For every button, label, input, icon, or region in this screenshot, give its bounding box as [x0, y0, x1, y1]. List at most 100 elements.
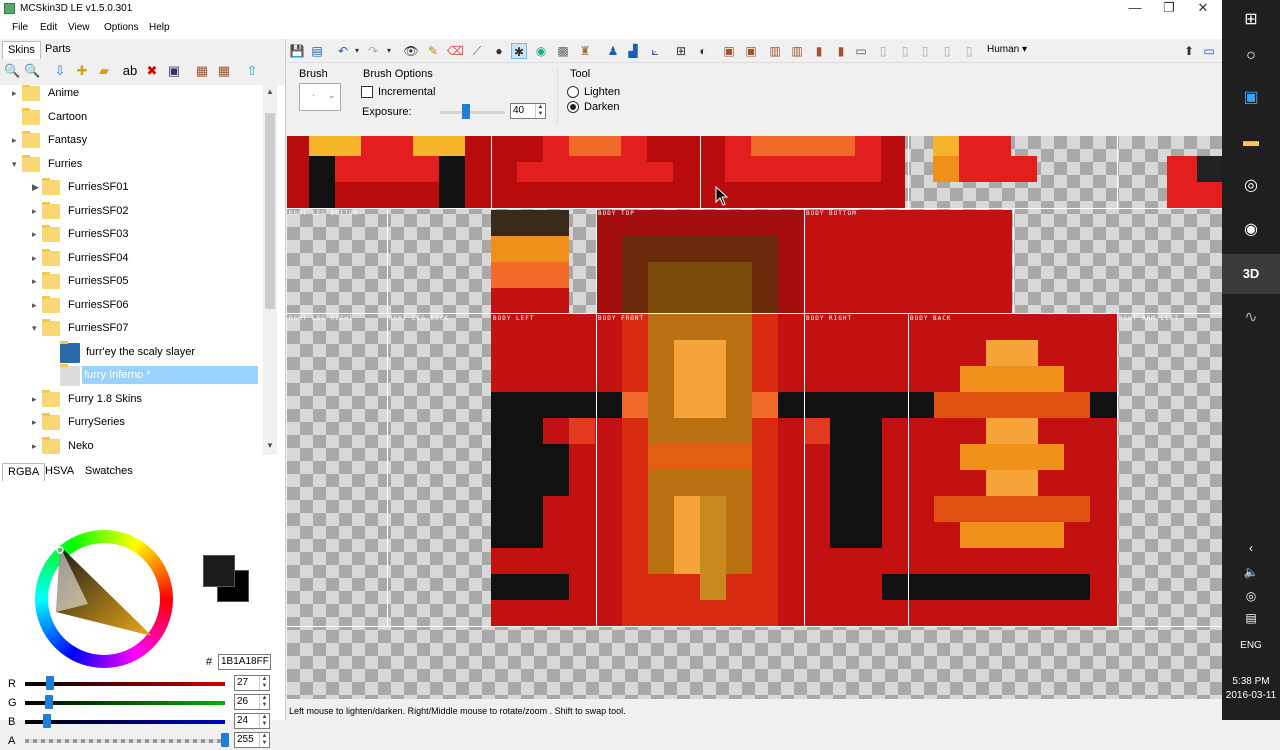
brush-selector[interactable]: · ⌄ — [299, 83, 341, 111]
clock-date[interactable]: 2016-03-11 — [1222, 690, 1280, 701]
channel-slider[interactable] — [25, 720, 225, 724]
import-icon[interactable]: ⇩ — [52, 63, 68, 79]
expand-arrow-icon[interactable]: ▸ — [32, 253, 37, 264]
tab-swatches[interactable]: Swatches — [80, 463, 138, 481]
app-icon[interactable]: ∿ — [1222, 298, 1280, 338]
spin-arrows-icon[interactable]: ▲ ▼ — [259, 714, 269, 728]
zoom-in-icon[interactable]: 🔍 — [24, 63, 40, 79]
ground-icon[interactable]: ▟ — [625, 43, 641, 59]
incremental-checkbox[interactable] — [361, 86, 373, 98]
menu-edit[interactable]: Edit — [40, 22, 57, 33]
tree-skin[interactable]: furr'ey the scaly slayer — [0, 340, 262, 364]
expand-arrow-icon[interactable]: ▸ — [32, 300, 37, 311]
expand-arrow-icon[interactable]: ▾ — [32, 323, 37, 334]
expand-arrow-icon[interactable]: ▸ — [32, 229, 37, 240]
expand-arrow-icon[interactable]: ▸ — [32, 206, 37, 217]
save-all-icon[interactable]: ▤ — [309, 43, 325, 59]
lighten-radio[interactable] — [567, 86, 579, 98]
expand-arrow-icon[interactable]: ▸ — [32, 276, 37, 287]
rename-icon[interactable]: ab — [122, 63, 138, 79]
tree-folder[interactable]: ▸ FurriesSF06 — [0, 295, 262, 317]
person-icon[interactable]: ♟ — [605, 43, 621, 59]
exposure-slider[interactable] — [440, 111, 505, 114]
mcskin3d-taskbar-icon[interactable]: 3D — [1222, 254, 1280, 294]
rightsleeve-icon[interactable]: ▯ — [939, 43, 955, 59]
dropper-icon[interactable]: ⟋ — [469, 43, 485, 59]
media-player-icon[interactable]: ◉ — [1222, 210, 1280, 250]
channel-thumb[interactable] — [44, 695, 53, 709]
channel-input[interactable]: 27 ▲ ▼ — [234, 675, 270, 691]
tree-folder[interactable]: ▸ FurriesSF05 — [0, 271, 262, 293]
spin-arrows-icon[interactable]: ▲ ▼ — [535, 104, 545, 118]
new-skin-icon[interactable]: ✚ — [74, 63, 90, 79]
channel-input[interactable]: 255 ▲ ▼ — [234, 732, 270, 748]
channel-input[interactable]: 26 ▲ ▼ — [234, 694, 270, 710]
jacket-icon[interactable]: ▥ — [789, 43, 805, 59]
helmet-icon[interactable]: ▣ — [743, 43, 759, 59]
tree-folder[interactable]: Cartoon — [0, 107, 262, 129]
expand-arrow-icon[interactable]: ▶ — [32, 182, 39, 193]
tree-folder[interactable]: ▸ Neko — [0, 436, 262, 456]
tree-folder[interactable]: ▸ FurriesSF03 — [0, 224, 262, 246]
expand-arrow-icon[interactable]: ▸ — [32, 417, 37, 428]
grid-alt-icon[interactable]: ▦ — [216, 63, 232, 79]
tree-folder[interactable]: ▶ FurriesSF01 — [0, 177, 262, 199]
tab-parts[interactable]: Parts — [40, 41, 76, 59]
grid-icon[interactable]: ▦ — [194, 63, 210, 79]
view-2d-icon[interactable]: ▭ — [853, 43, 869, 59]
primary-color-swatch[interactable] — [203, 555, 235, 587]
darken-radio[interactable] — [567, 101, 579, 113]
minimize-button[interactable]: — — [1118, 0, 1152, 17]
tree-folder[interactable]: ▸ FurrySeries — [0, 412, 262, 434]
expand-arrow-icon[interactable]: ▸ — [32, 441, 37, 452]
scroll-thumb[interactable] — [265, 113, 275, 309]
zoom-out-icon[interactable]: 🔍 — [4, 63, 20, 79]
tab-skins[interactable]: Skins — [2, 41, 41, 59]
maximize-button[interactable]: ❐ — [1152, 0, 1186, 17]
spin-arrows-icon[interactable]: ▲ ▼ — [259, 733, 269, 747]
tree-folder[interactable]: ▸ FurriesSF04 — [0, 248, 262, 270]
expand-arrow-icon[interactable]: ▾ — [12, 159, 17, 170]
channel-slider[interactable] — [25, 701, 225, 705]
tree-folder[interactable]: ▸ Anime — [0, 85, 262, 105]
rightarm-icon[interactable]: ▮ — [833, 43, 849, 59]
channel-slider[interactable] — [25, 682, 225, 686]
screen-icon[interactable]: ▭ — [1201, 43, 1217, 59]
skin-canvas[interactable]: RGHT LEG BOTTOM BODY TOP BODY BOTTOM RGH… — [287, 136, 1222, 699]
tab-rgba[interactable]: RGBA — [2, 463, 46, 481]
windows-start-icon[interactable]: ⊞ — [1222, 0, 1280, 40]
chest-icon[interactable]: ▥ — [767, 43, 783, 59]
up-arrow-icon[interactable]: ⬆ — [1181, 43, 1197, 59]
tree-skin[interactable]: furry Inferno * — [0, 364, 262, 387]
new-folder-icon[interactable]: ▰ — [96, 63, 112, 79]
expand-arrow-icon[interactable]: ▸ — [12, 88, 17, 99]
head-icon[interactable]: ▣ — [721, 43, 737, 59]
task-view-icon[interactable]: ▣ — [1222, 78, 1280, 118]
redo-icon[interactable]: ↷ — [365, 43, 381, 59]
redo-dropdown-icon[interactable]: ▾ — [381, 43, 397, 59]
leftsleeve-icon[interactable]: ▯ — [917, 43, 933, 59]
tab-hsva[interactable]: HSVA — [40, 463, 79, 481]
expand-arrow-icon[interactable]: ▸ — [32, 394, 37, 405]
rightleg-icon[interactable]: ▯ — [897, 43, 913, 59]
spin-arrows-icon[interactable]: ▲ ▼ — [259, 695, 269, 709]
noise-icon[interactable]: ▩ — [555, 43, 571, 59]
upload-icon[interactable]: ⇧ — [244, 63, 260, 79]
exposure-input[interactable]: 40 ▲ ▼ — [510, 103, 546, 119]
channel-thumb[interactable] — [45, 676, 54, 690]
scroll-up-icon[interactable]: ▲ — [263, 85, 277, 99]
eraser-icon[interactable]: ⌫ — [447, 43, 464, 59]
tree-folder[interactable]: ▸ Furry 1.8 Skins — [0, 389, 262, 411]
bucket-icon[interactable]: ◉ — [533, 43, 549, 59]
cortana-icon[interactable]: ○ — [1222, 36, 1280, 76]
channel-thumb[interactable] — [221, 733, 229, 747]
exposure-thumb[interactable] — [462, 104, 470, 119]
steam-icon[interactable]: ◎ — [1222, 166, 1280, 206]
menu-view[interactable]: View — [68, 22, 90, 33]
channel-slider[interactable] — [25, 739, 225, 743]
language-indicator[interactable]: ENG — [1222, 640, 1280, 651]
channel-thumb[interactable] — [43, 714, 52, 728]
delete-icon[interactable]: ✖ — [144, 63, 160, 79]
save-icon[interactable]: 💾 — [289, 43, 305, 59]
tree-folder[interactable]: ▾ Furries — [0, 154, 262, 176]
